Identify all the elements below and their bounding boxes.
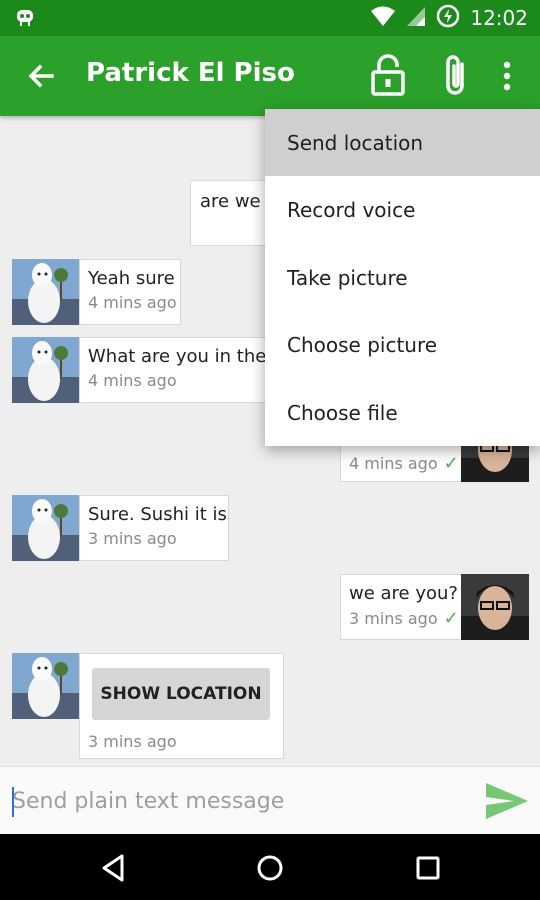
battery-charging-icon <box>436 4 460 32</box>
avatar <box>12 259 80 325</box>
nav-home-icon[interactable] <box>252 850 288 886</box>
message-time: 3 mins ago <box>88 529 177 548</box>
system-nav-bar <box>0 834 540 900</box>
menu-item-take-picture[interactable]: Take picture <box>265 244 540 311</box>
conversation-title: Patrick El Piso <box>86 58 295 88</box>
attachment-menu: Send location Record voice Take picture … <box>265 109 540 446</box>
message-time: 4 mins ago <box>88 293 177 312</box>
signal-icon <box>406 5 426 31</box>
menu-item-record-voice[interactable]: Record voice <box>265 176 540 243</box>
avatar <box>12 653 80 719</box>
message-text: Yeah sure <box>88 268 175 289</box>
alien-icon <box>14 7 36 33</box>
app-bar: Patrick El Piso <box>0 36 540 116</box>
more-vert-icon[interactable] <box>496 56 518 96</box>
menu-item-choose-picture[interactable]: Choose picture <box>265 311 540 378</box>
message-time: 3 mins ago <box>88 732 177 751</box>
status-bar: 12:02 <box>0 0 540 36</box>
message-text: Sure. Sushi it is <box>88 504 227 525</box>
message-incoming: Sure. Sushi it is 3 mins ago <box>79 495 229 561</box>
check-icon: ✓ <box>443 608 459 629</box>
message-text: we are you? <box>349 583 458 604</box>
menu-item-send-location[interactable]: Send location <box>265 109 540 176</box>
avatar <box>12 495 80 561</box>
composer <box>0 766 540 834</box>
avatar <box>12 337 80 403</box>
message-time: 4 mins ago <box>349 454 438 473</box>
check-icon: ✓ <box>443 453 459 474</box>
attach-icon[interactable] <box>438 52 474 100</box>
menu-item-choose-file[interactable]: Choose file <box>265 379 540 446</box>
clock: 12:02 <box>470 6 528 30</box>
message-incoming: Yeah sure 4 mins ago <box>79 259 181 325</box>
nav-back-icon[interactable] <box>96 850 132 886</box>
send-icon[interactable] <box>484 779 530 823</box>
back-arrow-icon[interactable] <box>22 56 62 96</box>
show-location-button[interactable]: SHOW LOCATION <box>92 668 270 720</box>
message-time: 3 mins ago <box>349 609 438 628</box>
nav-recents-icon[interactable] <box>410 850 446 886</box>
message-outgoing: we are you? 3 mins ago ✓ <box>340 574 462 640</box>
wifi-icon <box>370 5 396 31</box>
message-input[interactable] <box>12 783 462 819</box>
text-caret <box>12 787 14 817</box>
avatar <box>461 574 529 640</box>
lock-icon[interactable] <box>368 52 408 98</box>
message-incoming: SHOW LOCATION 3 mins ago <box>79 653 284 759</box>
